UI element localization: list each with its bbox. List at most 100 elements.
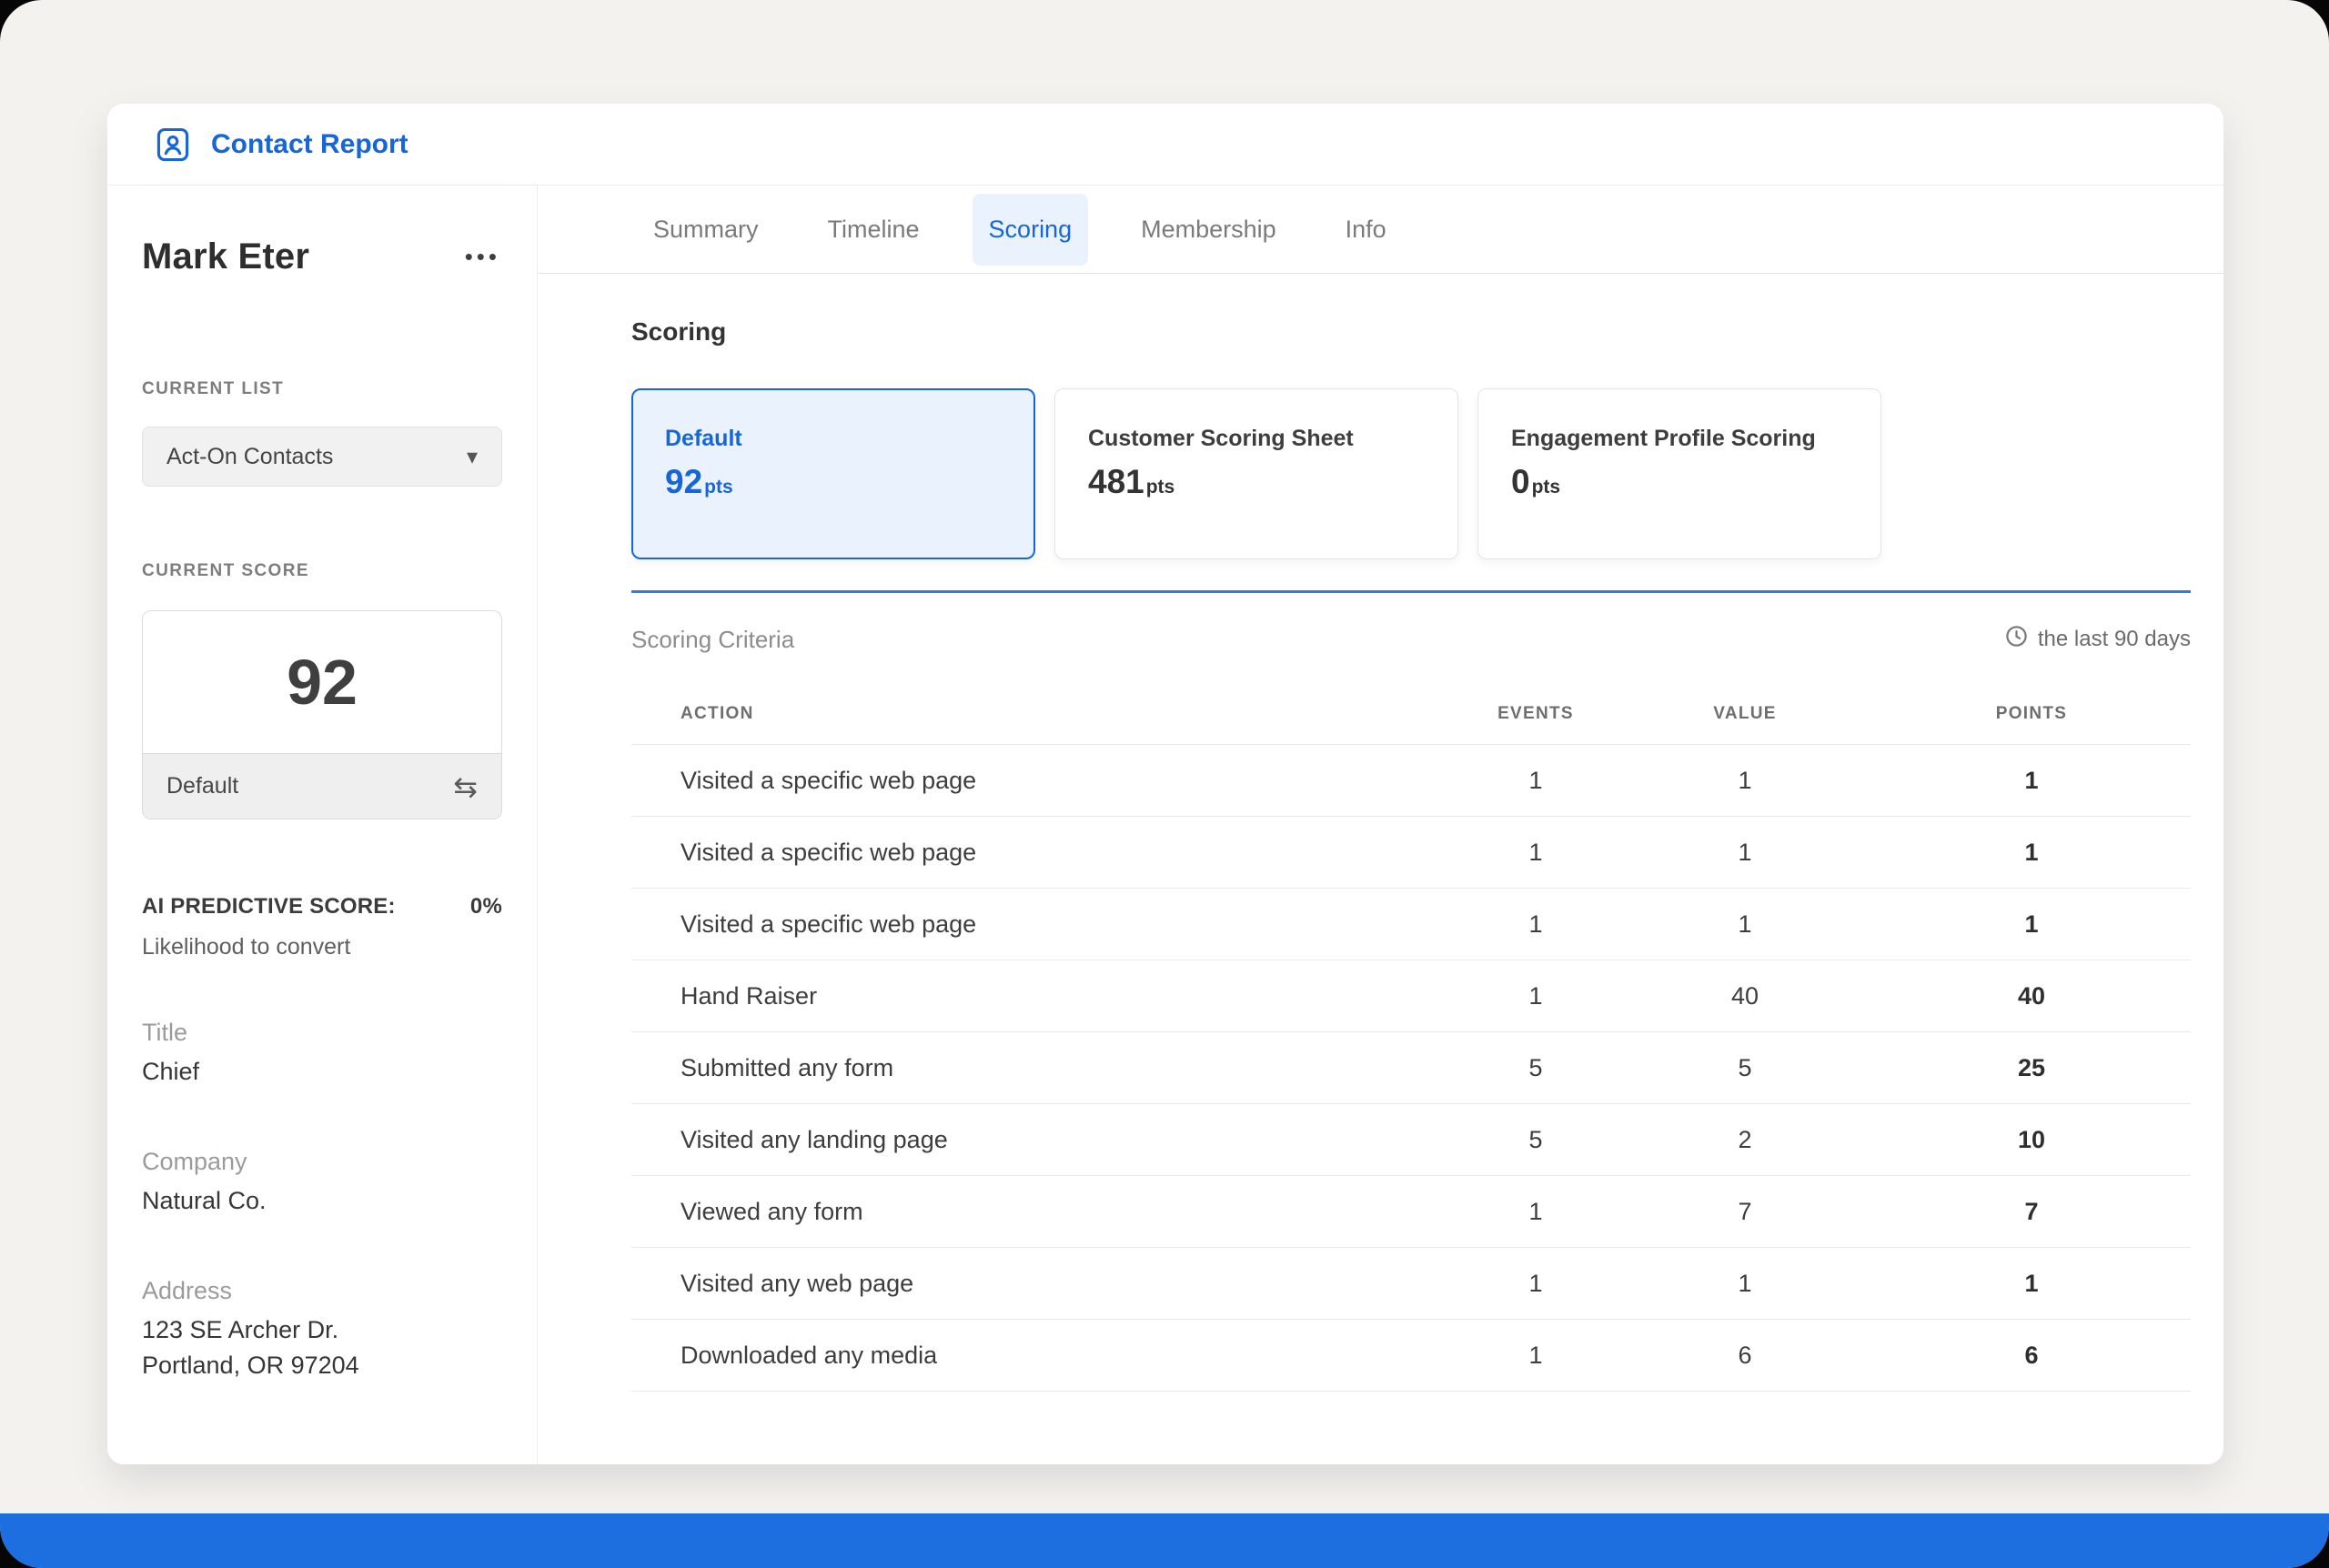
tabs: Summary Timeline Scoring Membership Info (538, 186, 2223, 274)
cell-action: Downloaded any media (681, 1342, 1454, 1370)
more-options-icon[interactable]: ••• (463, 237, 502, 276)
table-row: Visited any web page 1 1 1 (631, 1248, 2191, 1320)
ai-predictive-score-label: AI PREDICTIVE SCORE: (142, 894, 396, 920)
cell-events: 5 (1454, 1054, 1618, 1082)
contact-report-window: Contact Report Mark Eter ••• CURRENT LIS… (107, 104, 2223, 1464)
current-list-label: CURRENT LIST (142, 379, 502, 399)
table-header: ACTION EVENTS VALUE POINTS (631, 704, 2191, 745)
table-row: Visited any landing page 5 2 10 (631, 1104, 2191, 1176)
cell-events: 1 (1454, 910, 1618, 939)
address-label: Address (142, 1277, 502, 1305)
chevron-down-icon: ▾ (467, 444, 478, 470)
cell-points: 7 (1872, 1198, 2191, 1226)
table-row: Hand Raiser 1 40 40 (631, 960, 2191, 1032)
current-score-label: CURRENT SCORE (142, 561, 502, 581)
app-header: Contact Report (107, 104, 2223, 186)
scoring-criteria-section: Scoring Criteria the last 90 days (631, 590, 2191, 1392)
swap-score-icon[interactable]: ⇆ (453, 769, 478, 804)
company-value: Natural Co. (142, 1183, 502, 1219)
current-score-box: 92 Default ⇆ (142, 610, 502, 819)
table-row: Submitted any form 5 5 25 (631, 1032, 2191, 1104)
scoring-heading: Scoring (631, 317, 2191, 347)
current-list-value: Act-On Contacts (166, 444, 333, 470)
cell-action: Viewed any form (681, 1198, 1454, 1226)
tab-summary[interactable]: Summary (637, 194, 775, 266)
current-score-value: 92 (143, 611, 501, 753)
title-value: Chief (142, 1054, 502, 1090)
period-text: the last 90 days (2038, 627, 2191, 652)
cell-points: 6 (1872, 1342, 2191, 1370)
table-row: Visited a specific web page 1 1 1 (631, 889, 2191, 960)
cell-points: 1 (1872, 839, 2191, 867)
contact-report-icon (153, 125, 193, 165)
main-panel: Summary Timeline Scoring Membership Info Sco… (538, 186, 2223, 1464)
company-field: Company Natural Co. (142, 1148, 502, 1219)
table-body: Visited a specific web page 1 1 1 Visite… (631, 745, 2191, 1392)
cell-action: Visited a specific web page (681, 910, 1454, 939)
current-list-dropdown[interactable]: Act-On Contacts ▾ (142, 427, 502, 487)
score-card-points: 481pts (1088, 463, 1457, 501)
title-field: Title Chief (142, 1019, 502, 1090)
cell-value: 40 (1618, 982, 1872, 1010)
bottom-accent-bar (0, 1513, 2329, 1568)
cell-events: 1 (1454, 839, 1618, 867)
column-header-action: ACTION (681, 704, 1454, 724)
cell-value: 1 (1618, 1270, 1872, 1298)
column-header-points: POINTS (1872, 704, 2191, 724)
cell-action: Visited any landing page (681, 1126, 1454, 1154)
cell-events: 1 (1454, 1270, 1618, 1298)
scoring-criteria-title: Scoring Criteria (631, 626, 794, 654)
company-label: Company (142, 1148, 502, 1176)
score-card-points: 92pts (665, 463, 1033, 501)
score-card-title: Default (665, 426, 1033, 452)
cell-action: Visited a specific web page (681, 839, 1454, 867)
score-card-points: 0pts (1511, 463, 1880, 501)
cell-points: 25 (1872, 1054, 2191, 1082)
title-label: Title (142, 1019, 502, 1047)
score-cards-row: Default 92pts Customer Scoring Sheet 481… (631, 388, 2191, 559)
cell-action: Visited a specific web page (681, 767, 1454, 795)
cell-value: 6 (1618, 1342, 1872, 1370)
ai-predictive-score-subtext: Likelihood to convert (142, 934, 502, 960)
page-background: Contact Report Mark Eter ••• CURRENT LIS… (0, 0, 2329, 1568)
column-header-events: EVENTS (1454, 704, 1618, 724)
score-card[interactable]: Default 92pts (631, 388, 1035, 559)
contact-name: Mark Eter (142, 236, 309, 277)
address-field: Address 123 SE Archer Dr. Portland, OR 9… (142, 1277, 502, 1383)
cell-events: 1 (1454, 767, 1618, 795)
cell-events: 5 (1454, 1126, 1618, 1154)
table-row: Viewed any form 1 7 7 (631, 1176, 2191, 1248)
tab-info[interactable]: Info (1329, 194, 1403, 266)
score-card-title: Engagement Profile Scoring (1511, 426, 1880, 452)
cell-points: 10 (1872, 1126, 2191, 1154)
cell-action: Hand Raiser (681, 982, 1454, 1010)
score-type-label: Default (166, 773, 238, 799)
cell-action: Visited any web page (681, 1270, 1454, 1298)
cell-events: 1 (1454, 1198, 1618, 1226)
score-card[interactable]: Customer Scoring Sheet 481pts (1054, 388, 1458, 559)
cell-value: 1 (1618, 910, 1872, 939)
table-row: Visited a specific web page 1 1 1 (631, 745, 2191, 817)
table-row: Visited a specific web page 1 1 1 (631, 817, 2191, 889)
cell-value: 7 (1618, 1198, 1872, 1226)
cell-action: Submitted any form (681, 1054, 1454, 1082)
score-card[interactable]: Engagement Profile Scoring 0pts (1477, 388, 1881, 559)
tab-membership[interactable]: Membership (1124, 194, 1293, 266)
address-value: 123 SE Archer Dr. Portland, OR 97204 (142, 1312, 502, 1383)
cell-points: 1 (1872, 1270, 2191, 1298)
cell-events: 1 (1454, 1342, 1618, 1370)
contact-sidebar: Mark Eter ••• CURRENT LIST Act-On Contac… (107, 186, 538, 1464)
cell-events: 1 (1454, 982, 1618, 1010)
cell-points: 40 (1872, 982, 2191, 1010)
column-header-value: VALUE (1618, 704, 1872, 724)
score-card-title: Customer Scoring Sheet (1088, 426, 1457, 452)
clock-icon (2004, 624, 2029, 655)
tab-scoring[interactable]: Scoring (973, 194, 1089, 266)
cell-points: 1 (1872, 910, 2191, 939)
tab-timeline[interactable]: Timeline (812, 194, 936, 266)
cell-value: 1 (1618, 767, 1872, 795)
cell-value: 5 (1618, 1054, 1872, 1082)
ai-predictive-score-value: 0% (470, 894, 502, 920)
cell-value: 1 (1618, 839, 1872, 867)
period-indicator: the last 90 days (2004, 624, 2191, 655)
